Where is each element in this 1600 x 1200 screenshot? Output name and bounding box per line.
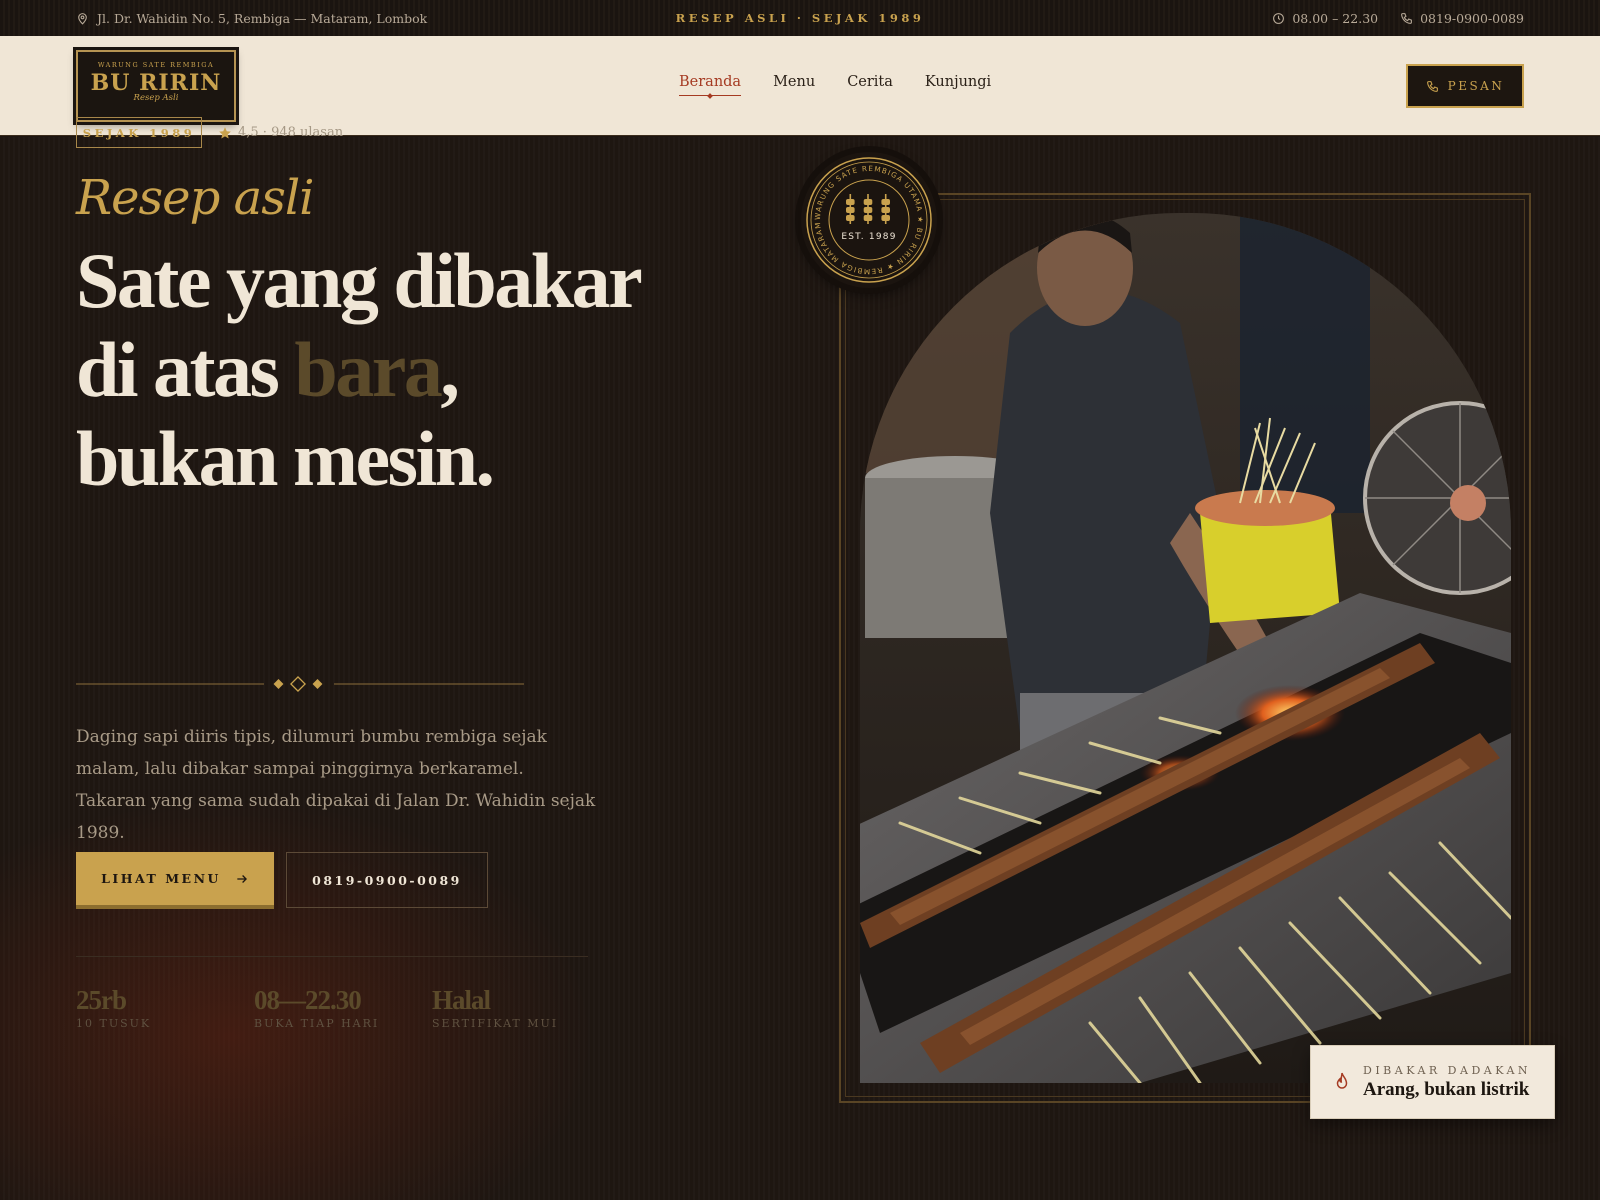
clock-icon bbox=[1272, 12, 1285, 25]
rating-text: 4,5 · 948 ulasan bbox=[238, 125, 344, 140]
order-button[interactable]: PESAN bbox=[1406, 64, 1524, 108]
feature-card: DIBAKAR DADAKAN Arang, bukan listrik bbox=[1310, 1045, 1555, 1119]
logo-subtitle: WARUNG SATE REMBIGA bbox=[97, 61, 215, 69]
rating: 4,5 · 948 ulasan bbox=[218, 125, 343, 140]
stat-value: 08—22.30 bbox=[254, 985, 362, 1015]
arrow-right-icon bbox=[235, 872, 249, 886]
hours-block: 08.00 – 22.30 bbox=[1272, 11, 1378, 26]
ornament-divider bbox=[76, 676, 524, 692]
headline-line-3: bukan mesin. bbox=[76, 415, 495, 502]
phone-icon bbox=[1426, 80, 1439, 93]
nav-item-cerita[interactable]: Cerita bbox=[847, 74, 893, 90]
address-block: Jl. Dr. Wahidin No. 5, Rembiga — Mataram… bbox=[76, 11, 596, 26]
feature-card-title: Arang, bukan listrik bbox=[1363, 1078, 1530, 1100]
nav-item-kunjungi[interactable]: Kunjungi bbox=[925, 74, 991, 90]
hero-photo-grill bbox=[860, 213, 1511, 1083]
view-menu-button[interactable]: LIHAT MENU bbox=[76, 852, 274, 909]
nav-item-menu[interactable]: Menu bbox=[773, 74, 815, 90]
headline-line-1: Sate yang dibakar bbox=[76, 237, 643, 324]
feature-card-kicker: DIBAKAR DADAKAN bbox=[1363, 1063, 1532, 1077]
star-icon bbox=[218, 126, 232, 140]
stat-halal: Halal SERTIFIKAT MUI bbox=[432, 985, 610, 1030]
stat-price: 25rb 10 TUSUK bbox=[76, 985, 254, 1030]
seal-est-text: EST. 1989 bbox=[841, 232, 896, 242]
address-text: Jl. Dr. Wahidin No. 5, Rembiga — Mataram… bbox=[97, 10, 428, 26]
stat-value: Halal bbox=[432, 985, 491, 1015]
established-seal: WARUNG SATE REMBIGA UTAMA ★ BU RIRIN ★ R… bbox=[801, 152, 937, 288]
flame-icon bbox=[1333, 1071, 1351, 1093]
main-navigation: WARUNG SATE REMBIGA BU RIRIN Resep Asli … bbox=[0, 36, 1600, 136]
phone-text: 0819-0900-0089 bbox=[1420, 10, 1524, 26]
hours-text: 08.00 – 22.30 bbox=[1292, 10, 1379, 26]
nav-menu: Beranda Menu Cerita Kunjungi bbox=[679, 74, 991, 96]
view-menu-label: LIHAT MENU bbox=[101, 871, 221, 886]
call-button[interactable]: 0819-0900-0089 bbox=[286, 852, 488, 908]
stats-divider bbox=[76, 956, 588, 957]
stat-hours: 08—22.30 BUKA TIAP HARI bbox=[254, 985, 432, 1030]
hero-headline: Sate yang dibakar di atas bara, bukan me… bbox=[76, 236, 796, 503]
stat-label: SERTIFIKAT MUI bbox=[432, 1017, 559, 1030]
stat-label: BUKA TIAP HARI bbox=[254, 1017, 380, 1030]
map-pin-icon bbox=[76, 12, 89, 25]
headline-line-2a: di atas bbox=[76, 326, 295, 413]
headline-highlight: bara bbox=[294, 326, 443, 413]
headline-comma: , bbox=[440, 326, 460, 413]
brand-logo[interactable]: WARUNG SATE REMBIGA BU RIRIN Resep Asli bbox=[76, 50, 236, 122]
stat-value: 25rb bbox=[76, 985, 127, 1015]
phone-link[interactable]: 0819-0900-0089 bbox=[1400, 11, 1524, 26]
stats-row: 25rb 10 TUSUK 08—22.30 BUKA TIAP HARI Ha… bbox=[76, 985, 610, 1030]
order-button-label: PESAN bbox=[1447, 79, 1505, 93]
top-info-bar: Jl. Dr. Wahidin No. 5, Rembiga — Mataram… bbox=[0, 0, 1600, 36]
script-title: Resep asli bbox=[76, 170, 315, 226]
nav-item-beranda[interactable]: Beranda bbox=[679, 74, 742, 96]
stat-label: 10 TUSUK bbox=[76, 1017, 152, 1030]
since-badge: SEJAK 1989 bbox=[76, 117, 202, 148]
phone-icon bbox=[1400, 12, 1413, 25]
hero-description: Daging sapi diiris tipis, dilumuri bumbu… bbox=[76, 727, 596, 843]
